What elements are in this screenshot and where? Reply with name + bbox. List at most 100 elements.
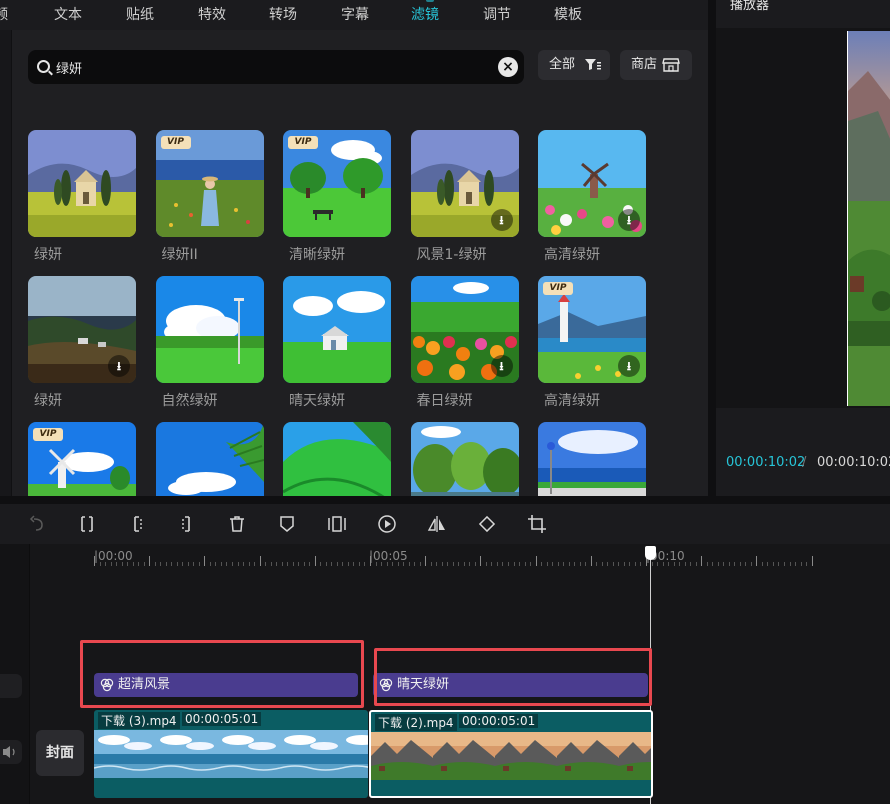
crop-icon[interactable] [526,513,548,535]
filter-card[interactable] [410,422,519,496]
ruler-tick [132,562,134,566]
ruler-tick [430,562,432,566]
timeline[interactable]: |00:00 |00:05 |00:10 超清风景 晴天绿妍 下载 (3).mp… [0,544,890,804]
ruler-tick [690,562,692,566]
video-clip-mountain[interactable]: 下载 (2).mp4 00:00:05:01 [369,710,653,798]
playhead-handle[interactable] [645,546,656,560]
filter-card[interactable]: 绿妍 [28,130,136,270]
clip-duration: 00:00:05:01 [459,714,539,728]
filter-thumbnail[interactable]: ⭳ [410,130,519,237]
filter-name: 高清绿妍 [544,247,600,263]
tab-filters[interactable]: 滤镜 [411,4,439,26]
filter-thumbnail[interactable] [28,130,136,237]
close-icon[interactable]: × [498,57,518,77]
tab-text[interactable]: 文本 [54,4,82,26]
current-timecode: 00:00:10:02 [726,455,806,470]
clip-frame [619,732,651,780]
filter-card[interactable]: VIP 绿妍II [155,130,264,270]
player-canvas[interactable] [716,28,890,408]
ruler-tick [243,562,245,566]
filter-card[interactable]: ⭳ 风景1-绿妍 [410,130,519,270]
preview-video[interactable] [847,31,890,406]
marker-icon[interactable] [276,513,298,535]
filter-thumbnail[interactable]: ⭳ [538,130,646,237]
trim-left-icon[interactable] [126,513,148,535]
ruler-tick [116,562,118,566]
filter-card[interactable]: ⭳ 绿妍 [28,276,136,416]
filter-track-header[interactable] [0,674,22,698]
filter-card[interactable]: 晴天绿妍 [283,276,391,416]
audio-toggle[interactable] [0,740,22,764]
filter-thumbnail[interactable]: VIP [155,130,264,237]
store-button[interactable]: 商店 [620,50,692,80]
filter-card[interactable]: VIP 清晰绿妍 [283,130,391,270]
ruler-tick [789,562,791,566]
split-icon[interactable] [76,513,98,535]
download-icon[interactable]: ⭳ [108,355,130,377]
filter-card[interactable]: 自然绿妍 [155,276,264,416]
clip-frame [217,730,281,778]
filter-thumbnail[interactable]: VIP [28,422,136,496]
video-clip-sea[interactable]: 下载 (3).mp4 00:00:05:01 [94,710,368,798]
search-input[interactable]: 绿妍 × [28,50,524,84]
filter-card[interactable] [538,422,646,496]
freeze-icon[interactable] [326,513,348,535]
tab-transitions[interactable]: 转场 [269,4,297,26]
ruler-tick [552,562,554,566]
filter-thumbnail[interactable] [155,422,264,496]
delete-icon[interactable] [226,513,248,535]
time-ruler[interactable]: |00:00 |00:05 |00:10 [94,546,890,568]
filter-thumbnail[interactable]: VIP [283,130,391,237]
filter-card[interactable]: VIP ⭳ 高清绿妍 [538,276,646,416]
ruler-tick [408,562,410,566]
store-icon [662,50,680,92]
ruler-tick [414,562,416,566]
ruler-tick [541,562,543,566]
tab-sticker[interactable]: 贴纸 [126,4,154,26]
ruler-tick [607,562,609,566]
undo-icon[interactable] [26,513,48,535]
ruler-tick [386,562,388,566]
tab-adjust[interactable]: 调节 [483,4,511,26]
ruler-tick [590,556,592,566]
tab-video[interactable]: 频 [0,4,8,26]
ruler-tick [485,562,487,566]
filter-card[interactable]: ⭳ 春日绿妍 [410,276,519,416]
download-icon[interactable]: ⭳ [490,209,513,231]
download-icon[interactable]: ⭳ [618,355,640,377]
ruler-tick [784,562,785,566]
filter-thumbnail[interactable]: VIP ⭳ [538,276,646,383]
filter-card[interactable]: ⭳ 高清绿妍 [538,130,646,270]
filter-thumbnail[interactable] [410,422,519,496]
filter-thumbnail[interactable] [283,276,391,383]
mirror-icon[interactable] [426,513,448,535]
download-icon[interactable]: ⭳ [618,209,640,231]
ruler-tick [756,556,758,566]
filter-all-label: 全部 [549,57,576,72]
ruler-tick [618,562,620,566]
filter-thumbnail[interactable] [283,422,391,496]
trim-right-icon[interactable] [176,513,198,535]
ruler-tick [331,562,333,566]
clip-filmstrip [94,730,368,778]
tab-templates[interactable]: 模板 [554,4,582,26]
filter-card[interactable]: VIP [28,422,136,496]
filter-card[interactable] [155,422,264,496]
filter-thumbnail[interactable] [538,422,646,496]
filter-thumbnail[interactable]: ⭳ [28,276,136,383]
ruler-tick [171,562,173,566]
ruler-tick [706,562,708,566]
filter-all-button[interactable]: 全部 [538,50,610,80]
cover-button[interactable]: 封面 [36,730,84,776]
filter-card[interactable] [283,422,391,496]
tab-subtitles[interactable]: 字幕 [341,4,369,26]
filter-name: 清晰绿妍 [289,247,345,263]
download-icon[interactable]: ⭳ [490,355,513,377]
ruler-tick [215,562,217,566]
filter-thumbnail[interactable] [155,276,264,383]
play-reverse-icon[interactable] [376,513,398,535]
tab-effects[interactable]: 特效 [198,4,226,26]
filter-name: 高清绿妍 [544,393,600,409]
filter-thumbnail[interactable]: ⭳ [410,276,519,383]
rotate-icon[interactable] [476,513,498,535]
